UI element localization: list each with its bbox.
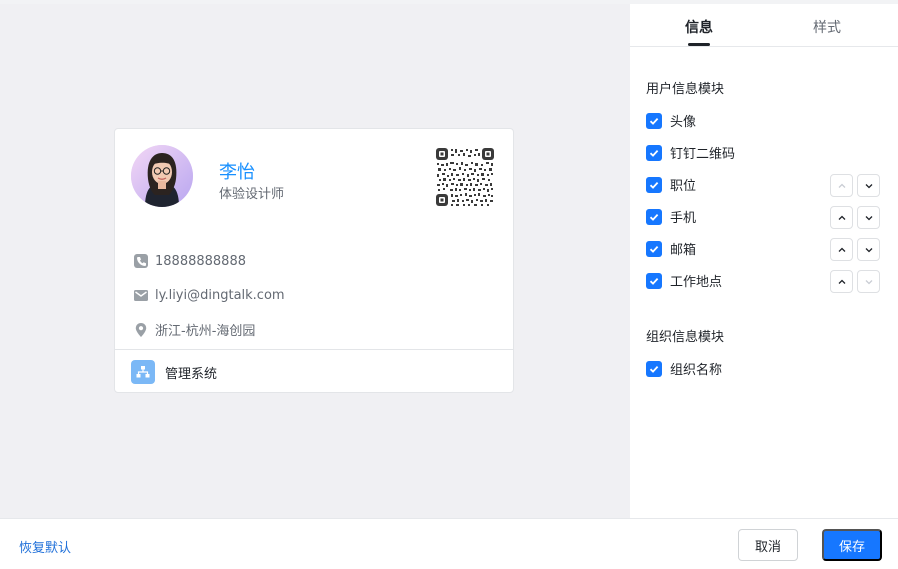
option-label: 邮箱 (670, 243, 697, 258)
chevron-down-icon (865, 247, 872, 252)
checkmark-icon (649, 277, 659, 285)
avatar-checkbox[interactable] (646, 112, 662, 129)
card-email: ly.liyi@dingtalk.com (155, 287, 285, 303)
checkmark-icon (649, 213, 659, 221)
checkmark-icon (649, 181, 659, 189)
dingtalk-qr-code-icon (436, 148, 494, 206)
card-preview-area: 李怡 体验设计师 18888888888 ly.liyi@dingtalk.co… (0, 4, 630, 518)
option-label: 职位 (670, 179, 697, 194)
chevron-down-icon (865, 183, 872, 188)
location-pin-icon (135, 322, 147, 337)
option-avatar[interactable]: 头像 (646, 111, 696, 130)
option-label: 钉钉二维码 (670, 147, 736, 162)
card-settings-dialog: 李怡 体验设计师 18888888888 ly.liyi@dingtalk.co… (0, 0, 898, 569)
chevron-up-icon (838, 279, 845, 284)
save-button[interactable]: 保存 (822, 529, 882, 561)
org-name-checkbox[interactable] (646, 360, 662, 377)
card-email-row: ly.liyi@dingtalk.com (133, 287, 285, 303)
chevron-up-icon (838, 215, 845, 220)
dialog-footer: 恢复默认 取消 保存 (0, 518, 898, 569)
option-work-location[interactable]: 工作地点 (646, 271, 722, 290)
work-location-checkbox[interactable] (646, 272, 662, 289)
user-section-title: 用户信息模块 (646, 82, 725, 97)
phone-checkbox[interactable] (646, 208, 662, 225)
org-structure-icon (131, 360, 155, 384)
option-phone[interactable]: 手机 (646, 207, 696, 226)
option-label: 手机 (670, 211, 697, 226)
move-up-button[interactable] (830, 270, 853, 293)
phone-icon (134, 254, 148, 268)
email-checkbox[interactable] (646, 240, 662, 257)
option-email[interactable]: 邮箱 (646, 239, 696, 258)
checkmark-icon (649, 117, 659, 125)
phone-order-controls (830, 206, 880, 229)
move-up-button[interactable] (830, 238, 853, 261)
chevron-up-icon (838, 183, 845, 188)
card-phone-row: 18888888888 (133, 253, 246, 269)
card-phone: 18888888888 (155, 253, 246, 269)
avatar-photo-icon (131, 145, 193, 207)
card-location-row: 浙江-杭州-海创园 (133, 320, 255, 339)
option-org-name[interactable]: 组织名称 (646, 359, 722, 378)
org-section-title: 组织信息模块 (646, 330, 725, 345)
chevron-down-icon (865, 279, 872, 284)
option-label: 头像 (670, 115, 697, 130)
avatar (131, 145, 193, 207)
move-up-button[interactable] (830, 206, 853, 229)
settings-panel: 信息 样式 用户信息模块 头像 钉钉二维码 职位 手机 邮箱 工作地点 组织信息… (630, 4, 898, 518)
card-job-title: 体验设计师 (219, 187, 285, 202)
checkmark-icon (649, 365, 659, 373)
job-title-checkbox[interactable] (646, 176, 662, 193)
move-down-button[interactable] (857, 174, 880, 197)
qr-code-checkbox[interactable] (646, 144, 662, 161)
checkmark-icon (649, 245, 659, 253)
checkmark-icon (649, 149, 659, 157)
cancel-button[interactable]: 取消 (738, 529, 798, 561)
move-down-button[interactable] (857, 270, 880, 293)
email-order-controls (830, 238, 880, 261)
option-label: 组织名称 (670, 363, 723, 378)
panel-tabs: 信息 样式 (630, 4, 898, 47)
restore-defaults-link[interactable]: 恢复默认 (19, 537, 71, 556)
card-name: 李怡 (219, 162, 255, 183)
card-location: 浙江-杭州-海创园 (155, 324, 256, 339)
job-title-order-controls (830, 174, 880, 197)
move-up-button[interactable] (830, 174, 853, 197)
card-org-name: 管理系统 (165, 366, 218, 382)
active-tab-indicator (688, 43, 710, 46)
chevron-down-icon (865, 215, 872, 220)
mail-icon (134, 290, 148, 301)
chevron-up-icon (838, 247, 845, 252)
option-qr-code[interactable]: 钉钉二维码 (646, 143, 735, 162)
move-down-button[interactable] (857, 238, 880, 261)
business-card: 李怡 体验设计师 18888888888 ly.liyi@dingtalk.co… (114, 128, 514, 393)
option-label: 工作地点 (670, 275, 723, 290)
tab-style[interactable]: 样式 (813, 17, 841, 37)
option-job-title[interactable]: 职位 (646, 175, 696, 194)
work-location-order-controls (830, 270, 880, 293)
move-down-button[interactable] (857, 206, 880, 229)
tab-info[interactable]: 信息 (685, 17, 713, 37)
card-org-row: 管理系统 (131, 360, 217, 384)
card-divider (115, 349, 513, 350)
